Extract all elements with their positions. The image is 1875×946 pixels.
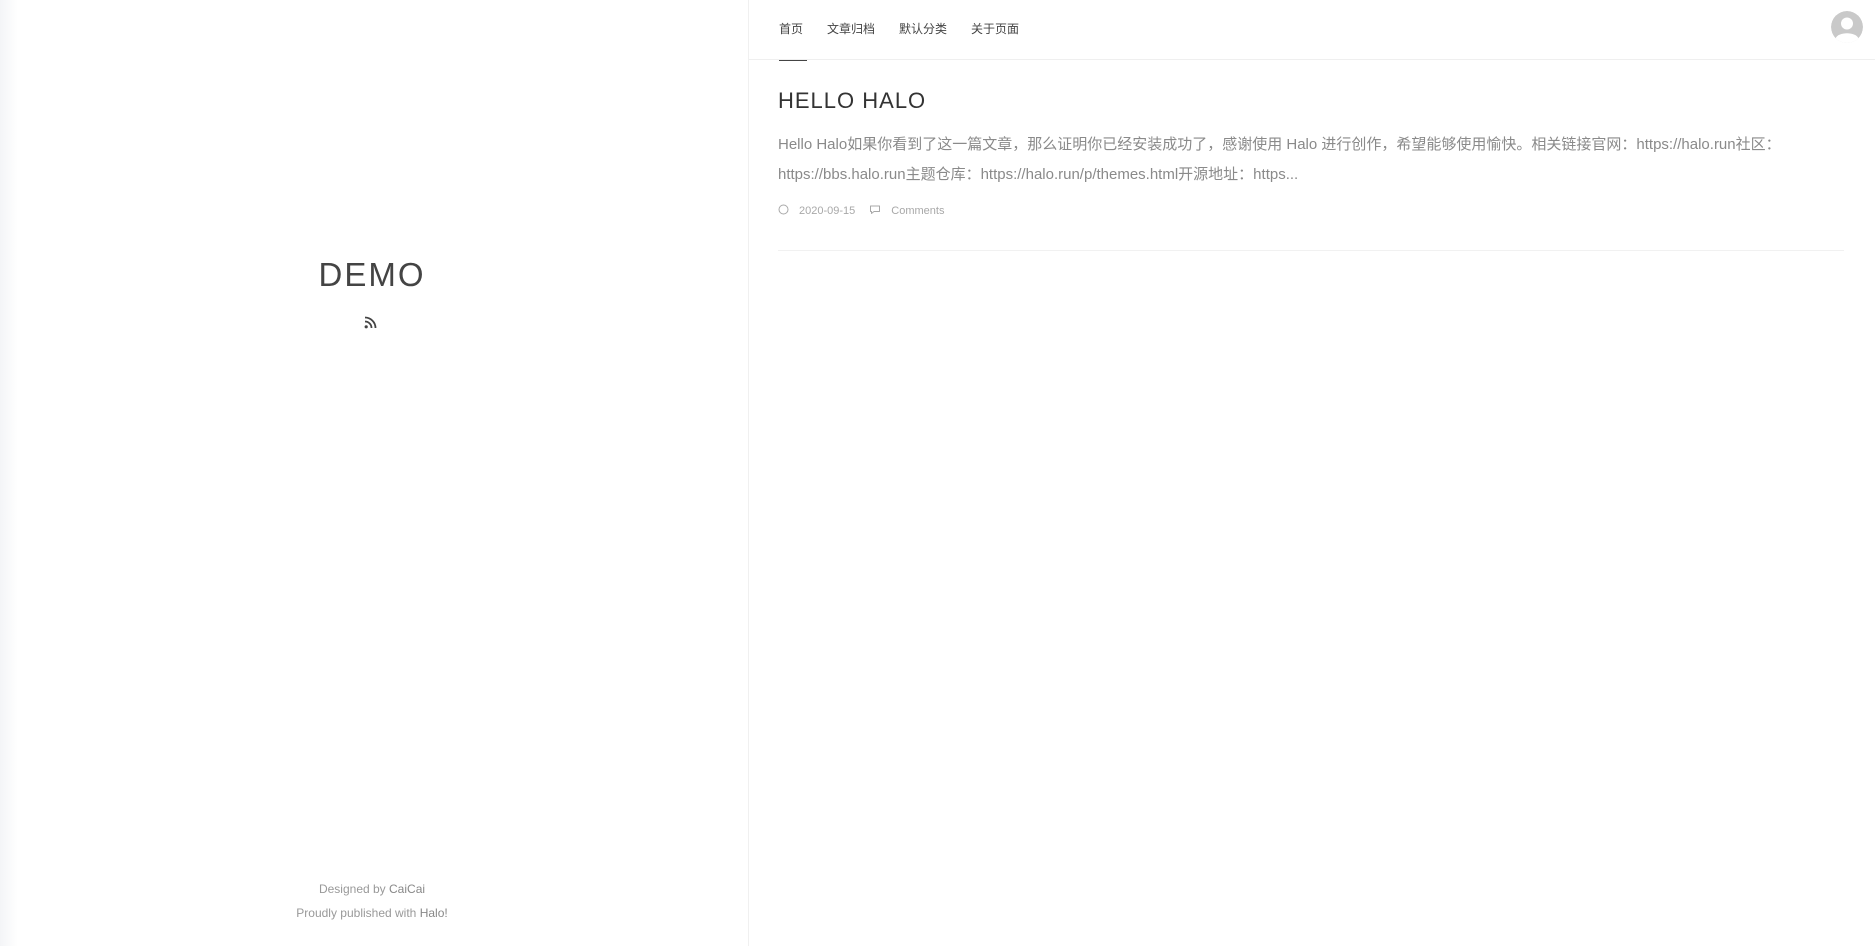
nav-item-default-category[interactable]: 默认分类	[899, 0, 947, 60]
footer-designed-by: Designed by CaiCai	[0, 882, 744, 896]
footer-designer-link[interactable]: CaiCai	[389, 882, 425, 896]
footer-platform-link[interactable]: Halo!	[420, 906, 448, 920]
sidebar-panel: DEMO Designed by CaiCai Proudly publishe…	[0, 0, 749, 946]
footer-designed-prefix: Designed by	[318, 882, 390, 896]
user-avatar-icon[interactable]	[1831, 11, 1863, 43]
clock-icon	[778, 204, 789, 218]
comment-icon	[869, 204, 881, 218]
post-date: 2020-09-15	[799, 205, 856, 217]
nav-item-about[interactable]: 关于页面	[971, 0, 1019, 60]
page: DEMO Designed by CaiCai Proudly publishe…	[0, 0, 1875, 946]
nav-item-home[interactable]: 首页	[779, 0, 808, 61]
site-title[interactable]: DEMO	[0, 256, 744, 294]
post-meta: 2020-09-15 Comments	[778, 204, 1844, 218]
post-title[interactable]: HELLO HALO	[778, 88, 1844, 114]
footer-published-prefix: Proudly published with	[296, 906, 420, 920]
nav-item-archives[interactable]: 文章归档	[827, 0, 875, 60]
main-nav: 首页 文章归档 默认分类 关于页面	[779, 0, 1043, 61]
post-comments-link[interactable]: Comments	[891, 205, 944, 217]
rss-icon[interactable]	[363, 314, 379, 330]
post-card: HELLO HALO Hello Halo如果你看到了这一篇文章，那么证明你已经…	[778, 60, 1844, 251]
post-excerpt: Hello Halo如果你看到了这一篇文章，那么证明你已经安装成功了，感谢使用 …	[778, 136, 1781, 183]
top-navigation-bar: 首页 文章归档 默认分类 关于页面	[749, 0, 1875, 61]
footer-published-with: Proudly published with Halo!	[0, 906, 744, 920]
